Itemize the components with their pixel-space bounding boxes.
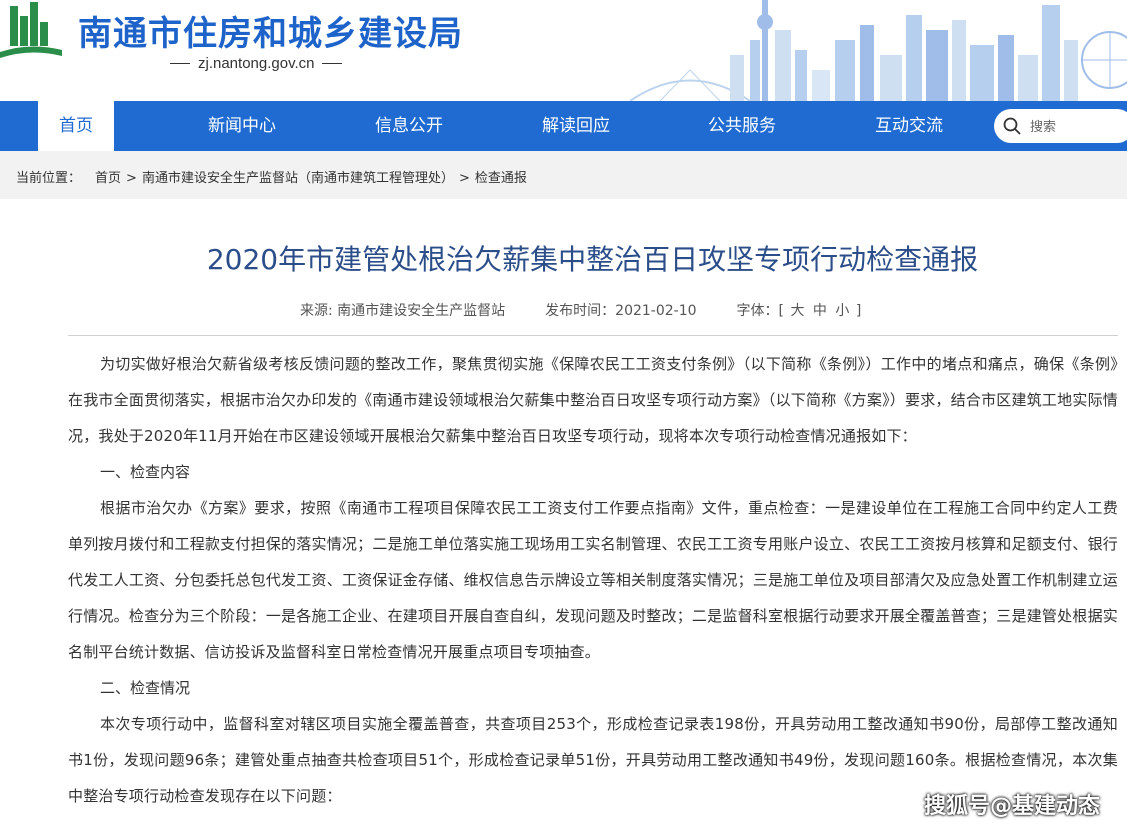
section-heading-inspection-status: 二、检查情况 [100,679,191,697]
main-nav: 首页 新闻中心 信息公开 解读回应 公共服务 互动交流 [0,101,1127,151]
site-url-row: zj.nantong.gov.cn [170,55,343,72]
nav-item-news[interactable]: 新闻中心 [190,101,294,151]
breadcrumb-bar: 当前位置： 首页 > 南通市建设安全生产监督站（南通市建筑工程管理处） > 检查通报 [0,151,1127,199]
section-heading-inspection-content: 一、检查内容 [100,463,191,481]
article-title: 2020年市建管处根治欠薪集中整治百日攻坚专项行动检查通报 [206,243,979,276]
breadcrumb-item-home[interactable]: 首页 [95,167,121,186]
font-medium-button[interactable]: 中 [813,300,827,320]
site-title[interactable]: 南通市住房和城乡建设局 [78,6,463,55]
nav-item-interaction[interactable]: 互动交流 [857,101,961,151]
breadcrumb-item-current[interactable]: 检查通报 [475,167,527,186]
site-header: 南通市住房和城乡建设局 zj.nantong.gov.cn [0,0,1127,101]
divider [68,335,1118,336]
font-large-button[interactable]: 大 [790,300,804,320]
breadcrumb: 当前位置： 首页 > 南通市建设安全生产监督站（南通市建筑工程管理处） > 检查通报 [16,167,527,186]
search-box[interactable] [994,109,1127,143]
font-bracket-close: ] [855,303,862,319]
watermark: 搜狐号@基建动态 [924,794,1101,819]
search-icon[interactable] [1002,116,1022,136]
article-source: 来源: 南通市建设安全生产监督站 [300,303,506,319]
divider [170,63,190,64]
font-size-label: 字体： [736,303,779,319]
nav-item-home[interactable]: 首页 [38,101,114,151]
breadcrumb-separator: > [126,171,137,186]
article-date: 发布时间：2021-02-10 [545,303,697,319]
nav-item-public-service[interactable]: 公共服务 [690,101,794,151]
breadcrumb-item-station[interactable]: 南通市建设安全生产监督站（南通市建筑工程管理处） [142,167,454,186]
breadcrumb-separator: > [458,171,470,186]
search-input[interactable] [1030,115,1120,137]
city-skyline-banner [600,0,1127,101]
logo-icon[interactable] [0,2,62,64]
divider [322,63,343,64]
paragraph-inspection-content: 根据市治欠办《方案》要求，按照《南通市工程项目保障农民工工资支付工作要点指南》文… [68,499,1118,661]
nav-item-interpretation[interactable]: 解读回应 [524,101,628,151]
article-meta: 来源: 南通市建设安全生产监督站 发布时间：2021-02-10 字体：[ 大 中 … [300,300,861,320]
breadcrumb-label: 当前位置： [16,171,82,186]
nav-item-info[interactable]: 信息公开 [357,101,461,151]
paragraph-intro: 为切实做好根治欠薪省级考核反馈问题的整改工作，聚焦贯彻实施《保障农民工工资支付条… [68,355,1118,445]
font-bracket-open: [ [778,303,785,319]
site-url: zj.nantong.gov.cn [198,55,315,72]
font-small-button[interactable]: 小 [835,300,849,320]
article-body: 为切实做好根治欠薪省级考核反馈问题的整改工作，聚焦贯彻实施《保障农民工工资支付条… [68,346,1118,814]
